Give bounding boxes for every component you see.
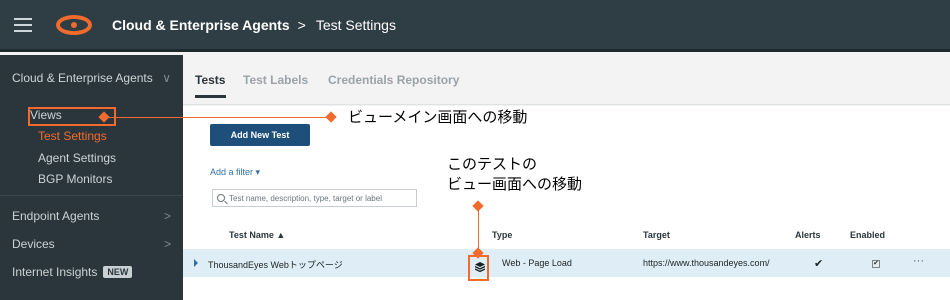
breadcrumb-page: Test Settings: [315, 16, 396, 33]
tab-test-labels[interactable]: Test Labels: [243, 73, 308, 87]
column-header-enabled[interactable]: Enabled: [850, 230, 885, 240]
search-placeholder: Test name, description, type, target or …: [229, 193, 382, 203]
column-header-alerts[interactable]: Alerts: [795, 230, 821, 240]
top-bar: Cloud & Enterprise Agents > Test Setting…: [0, 0, 950, 52]
sidebar-section-endpoint-agents[interactable]: Endpoint Agents >: [0, 209, 183, 223]
sidebar-section-label: Cloud & Enterprise Agents: [12, 71, 153, 85]
annotation-test-view-line2: ビュー画面への移動: [447, 175, 583, 193]
sidebar-section-devices[interactable]: Devices >: [0, 237, 183, 251]
test-name-cell[interactable]: ThousandEyes Webトップページ: [208, 258, 343, 271]
tests-panel: Add New Test Add a filter ▾ Test name, d…: [183, 106, 950, 300]
annotation-test-view-line1: このテストの: [447, 155, 538, 173]
target-cell: https://www.thousandeyes.com/: [643, 258, 770, 268]
annotation-box-view-icon: [468, 255, 489, 281]
sidebar-divider: [0, 195, 183, 196]
sidebar: Cloud & Enterprise Agents ∨ Views Test S…: [0, 55, 183, 300]
annotation-connector: [478, 208, 479, 253]
enabled-checkbox[interactable]: ✔: [872, 260, 880, 268]
new-badge: NEW: [103, 266, 133, 278]
hamburger-menu-icon[interactable]: [14, 17, 32, 32]
search-icon: [217, 194, 225, 202]
sidebar-section-cloud-enterprise[interactable]: Cloud & Enterprise Agents ∨: [0, 71, 183, 85]
column-header-target[interactable]: Target: [643, 230, 670, 240]
sidebar-section-label: Devices: [12, 237, 55, 251]
alerts-check-icon: ✔: [814, 258, 824, 270]
search-input[interactable]: Test name, description, type, target or …: [212, 189, 417, 207]
tab-tests[interactable]: Tests: [195, 73, 225, 87]
annotation-views-label: ビューメイン画面への移動: [348, 108, 528, 126]
chevron-right-icon: >: [163, 237, 171, 251]
add-filter-link[interactable]: Add a filter ▾: [210, 167, 260, 178]
type-cell: Web - Page Load: [502, 258, 572, 268]
chevron-down-icon: ∨: [162, 71, 171, 85]
sidebar-item-agent-settings[interactable]: Agent Settings: [38, 151, 116, 165]
breadcrumb-separator: >: [297, 16, 306, 33]
tab-bar: Tests Test Labels Credentials Repository: [183, 55, 950, 105]
sidebar-section-label: Internet Insights: [12, 265, 98, 279]
column-header-type[interactable]: Type: [492, 230, 512, 240]
add-new-test-button[interactable]: Add New Test: [210, 124, 310, 146]
expand-caret-icon[interactable]: [194, 259, 198, 267]
more-actions-icon[interactable]: ···: [913, 255, 924, 267]
thousandeyes-logo: [56, 13, 92, 37]
table-row[interactable]: ThousandEyes Webトップページ Web - Page Load h…: [183, 249, 950, 277]
annotation-connector: [106, 117, 330, 118]
column-header-test-name[interactable]: Test Name ▲: [229, 230, 285, 240]
sidebar-item-test-settings[interactable]: Test Settings: [38, 129, 107, 143]
breadcrumb-section[interactable]: Cloud & Enterprise Agents: [112, 17, 290, 33]
active-tab-indicator: [195, 95, 226, 98]
sidebar-section-label: Endpoint Agents: [12, 209, 100, 223]
tab-credentials-repository[interactable]: Credentials Repository: [328, 73, 459, 87]
sidebar-section-internet-insights[interactable]: Internet Insights NEW: [0, 265, 183, 279]
chevron-right-icon: >: [163, 209, 171, 223]
sidebar-item-bgp-monitors[interactable]: BGP Monitors: [38, 172, 112, 186]
